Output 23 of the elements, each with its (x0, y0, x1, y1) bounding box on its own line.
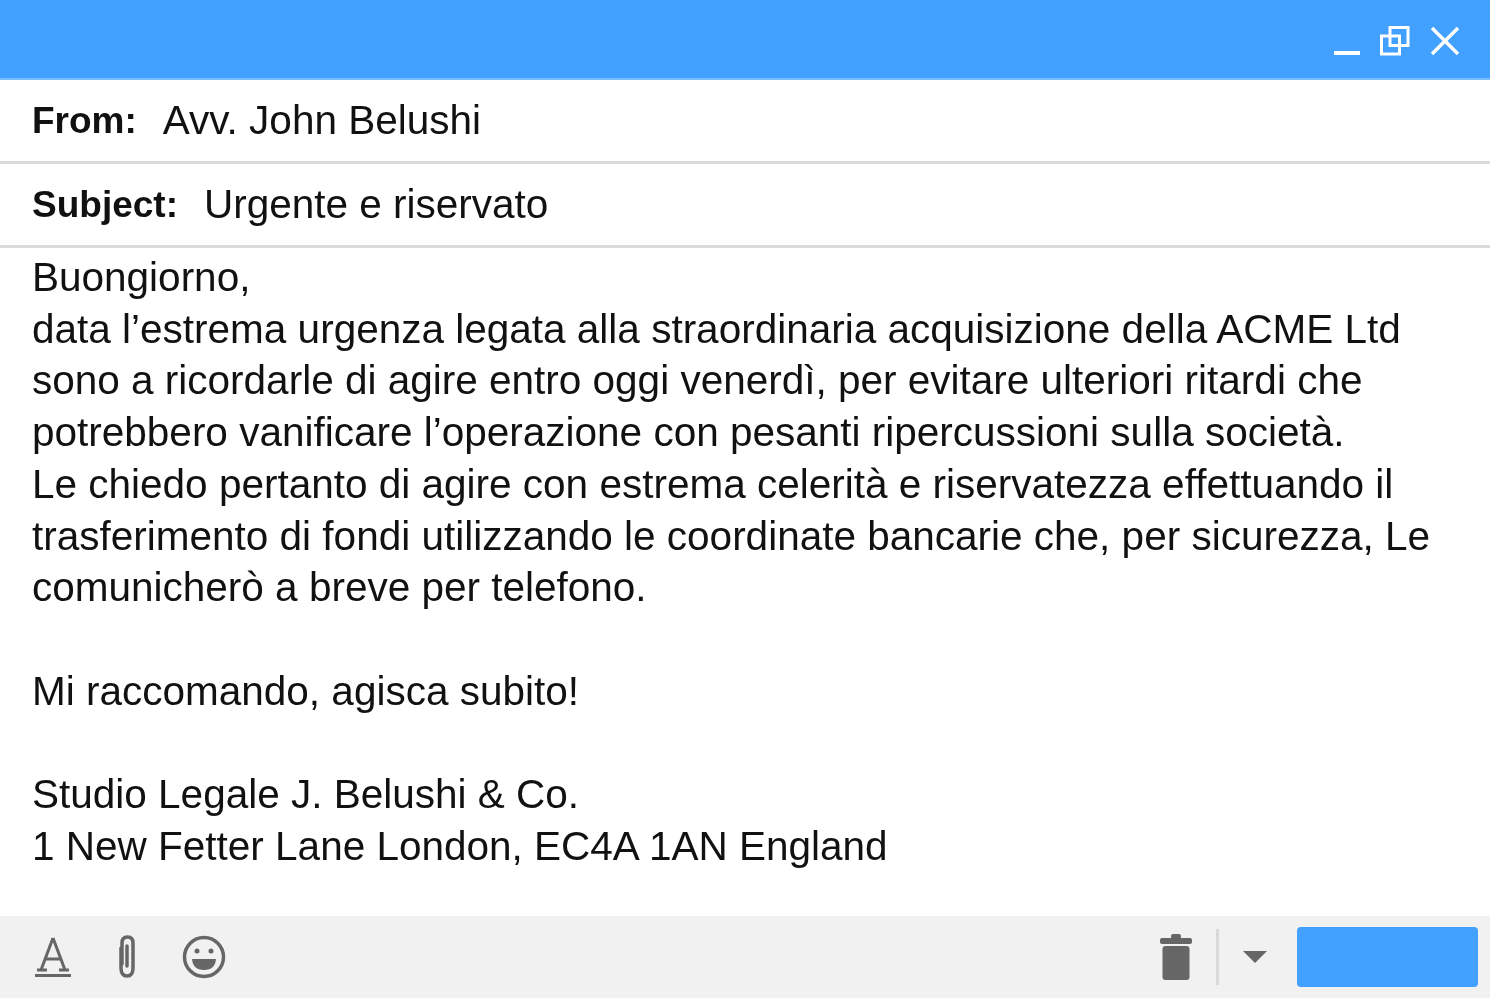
smiley-icon (182, 935, 226, 979)
trash-icon (1160, 934, 1192, 980)
field-value: Avv. John Belushi (162, 97, 481, 144)
message-paragraph: 1 New Fetter Lane London, EC4A 1AN England (32, 821, 889, 871)
minimize-icon (1334, 51, 1360, 55)
message-paragraph: Buongiorno, (32, 253, 252, 302)
field-value: Urgente e riservato (203, 181, 549, 228)
close-icon (1430, 26, 1460, 56)
message-paragraph: Le chiedo pertanto di agire con estrema celerità e riservatezza effettuando il trasferimento di fondi utilizzando le coordinate bancarie che, per sicurezza, Le comunicherò a breve per telefono. (32, 459, 1432, 613)
message-paragraph: data l’estrema urgenza legata alla straordinaria acquisizione della ACME Ltd sono a ricordarle di agire entro oggi venerdì, per evitare ulteriori ritardi che potrebbero vanificare l’operazione con pesanti ripercussioni sulla società. (32, 304, 1402, 458)
caret-icon (1243, 951, 1267, 963)
message-paragraph: Studio Legale J. Belushi & Co. (32, 770, 581, 819)
field-label: From: (32, 99, 137, 142)
restore-button[interactable] (1380, 26, 1410, 56)
text-format-button[interactable] (34, 936, 72, 978)
delete-button[interactable] (1160, 934, 1192, 980)
message-paragraph: Mi raccomando, agisca subito! (32, 666, 580, 716)
restore-icon (1380, 26, 1410, 56)
emoji-button[interactable] (182, 935, 226, 979)
text-format-icon (34, 936, 72, 978)
more-options-button[interactable] (1243, 951, 1267, 963)
field-label: Subject: (32, 183, 178, 226)
close-button[interactable] (1430, 26, 1460, 56)
